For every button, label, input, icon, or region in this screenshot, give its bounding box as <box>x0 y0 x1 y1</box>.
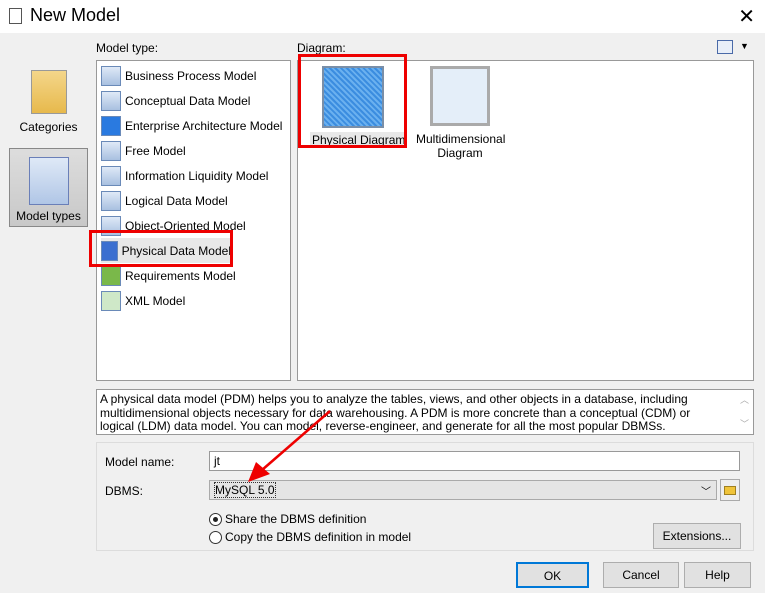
annotation-arrow <box>248 410 331 482</box>
